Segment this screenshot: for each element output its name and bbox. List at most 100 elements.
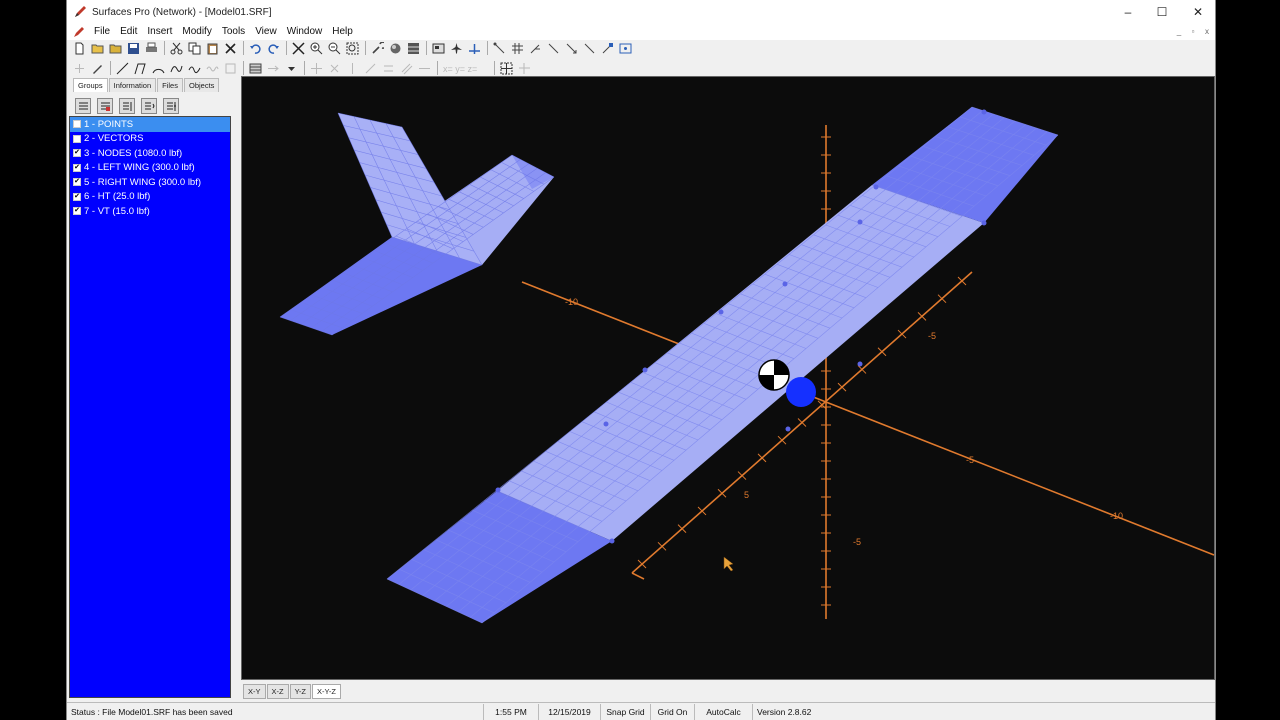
curve-button[interactable] [168,60,184,76]
undo-button[interactable] [247,40,263,56]
tab-view-xz[interactable]: X-Z [266,684,289,699]
node-tool-button[interactable] [599,40,615,56]
transform-button-4[interactable] [362,60,378,76]
menu-view[interactable]: View [250,24,282,40]
transform-button-5[interactable] [380,60,396,76]
open-recent-button[interactable] [107,40,123,56]
properties-button[interactable] [430,40,446,56]
tab-groups[interactable]: Groups [73,78,108,92]
group-list-button[interactable] [75,98,91,114]
transform-button-1[interactable] [308,60,324,76]
pen-tool-button[interactable] [89,60,105,76]
minimize-button[interactable]: – [1111,0,1145,24]
arrow-dropdown-button[interactable] [265,60,281,76]
surface-button[interactable] [247,60,263,76]
transform-button-3[interactable] [344,60,360,76]
group-properties-button[interactable] [163,98,179,114]
zoom-window-button[interactable] [344,40,360,56]
group-visibility-checkbox[interactable]: ✔ [73,149,81,158]
line-draw-button[interactable] [114,60,130,76]
grid-snap-button[interactable] [509,40,525,56]
transform-button-7[interactable] [416,60,432,76]
aircraft-model-scene[interactable]: -10 -5 -5 -10 5 -5 [242,77,1216,681]
new-file-button[interactable] [71,40,87,56]
status-grid-on[interactable]: Grid On [650,703,694,720]
group-row[interactable]: 2 - VECTORS [70,132,230,147]
mdi-restore-button[interactable]: ▫ [1187,26,1199,37]
mdi-close-button[interactable]: x [1201,26,1213,37]
open-file-button[interactable] [89,40,105,56]
tab-information[interactable]: Information [108,78,157,92]
group-row[interactable]: ✔ 6 - HT (25.0 lbf) [70,190,230,205]
transform-button-2[interactable] [326,60,342,76]
polyline-button[interactable] [132,60,148,76]
polyline-icon [134,63,146,74]
maximize-button[interactable]: ☐ [1145,0,1179,24]
group-row[interactable]: ✔ 5 - RIGHT WING (300.0 lbf) [70,175,230,190]
transform-button-6[interactable] [398,60,414,76]
rectangle-button[interactable] [222,60,238,76]
group-delete-button[interactable] [97,98,113,114]
paste-button[interactable] [204,40,220,56]
aircraft-button[interactable] [448,40,464,56]
arc-button[interactable] [150,60,166,76]
tools-button[interactable] [369,40,385,56]
line-tool-3[interactable] [545,40,561,56]
cursor-tool-button[interactable] [71,60,87,76]
line-tool-4[interactable] [563,40,579,56]
group-row[interactable]: ✔ 4 - LEFT WING (300.0 lbf) [70,161,230,176]
tab-files[interactable]: Files [157,78,183,92]
group-visibility-checkbox[interactable]: ✔ [73,178,81,187]
redo-button[interactable] [265,40,281,56]
group-row[interactable]: ✔ 3 - NODES (1080.0 lbf) [70,146,230,161]
group-visibility-checkbox[interactable]: ✔ [73,192,81,201]
zoom-extents-button[interactable] [290,40,306,56]
group-visibility-checkbox[interactable]: ✔ [73,207,81,216]
status-autocalc[interactable]: AutoCalc ON [694,703,752,720]
menu-tools[interactable]: Tools [217,24,250,40]
tab-view-xyz[interactable]: X-Y-Z [312,684,341,699]
menu-file[interactable]: File [89,24,115,40]
table-button[interactable] [405,40,421,56]
frame-tool-button[interactable] [617,40,633,56]
status-snap-grid[interactable]: Snap Grid [600,703,650,720]
line-tool-1[interactable] [491,40,507,56]
spline-button[interactable] [186,60,202,76]
close-button[interactable]: ✕ [1181,0,1215,24]
group-visibility-checkbox[interactable] [73,120,81,129]
delete-button[interactable] [222,40,238,56]
tab-view-xy[interactable]: X-Y [243,684,266,699]
tab-view-yz[interactable]: Y-Z [289,684,312,699]
print-button[interactable] [143,40,159,56]
coordinate-entry-button[interactable]: x= y= z= [441,60,489,76]
line-tool-5[interactable] [581,40,597,56]
menu-modify[interactable]: Modify [177,24,216,40]
zoom-out-button[interactable] [326,40,342,56]
menu-insert[interactable]: Insert [142,24,177,40]
tab-objects[interactable]: Objects [183,78,220,92]
group-row[interactable]: ✔ 7 - VT (15.0 lbf) [70,204,230,219]
copy-button[interactable] [186,40,202,56]
toolbar-separator [243,61,244,75]
save-button[interactable] [125,40,141,56]
group-visibility-checkbox[interactable] [73,134,81,143]
menu-help[interactable]: Help [327,24,358,40]
line-tool-2[interactable] [527,40,543,56]
menu-window[interactable]: Window [282,24,328,40]
mdi-minimize-button[interactable]: _ [1173,26,1185,37]
model-viewport-3d[interactable]: -10 -5 -5 -10 5 -5 [241,76,1215,680]
group-move-button[interactable] [141,98,157,114]
xyz-coordinates-icon: x= y= z= [443,64,477,74]
menu-edit[interactable]: Edit [115,24,142,40]
zoom-in-button[interactable] [308,40,324,56]
group-visibility-checkbox[interactable]: ✔ [73,163,81,172]
cut-button[interactable] [168,40,184,56]
group-row[interactable]: 1 - POINTS [70,117,230,132]
calc-button[interactable] [387,40,403,56]
dropdown-chevron-button[interactable] [283,60,299,76]
snap-options-button[interactable] [516,60,532,76]
snap-grid-button[interactable] [498,60,514,76]
align-button[interactable] [466,40,482,56]
wave-button[interactable] [204,60,220,76]
group-add-button[interactable] [119,98,135,114]
